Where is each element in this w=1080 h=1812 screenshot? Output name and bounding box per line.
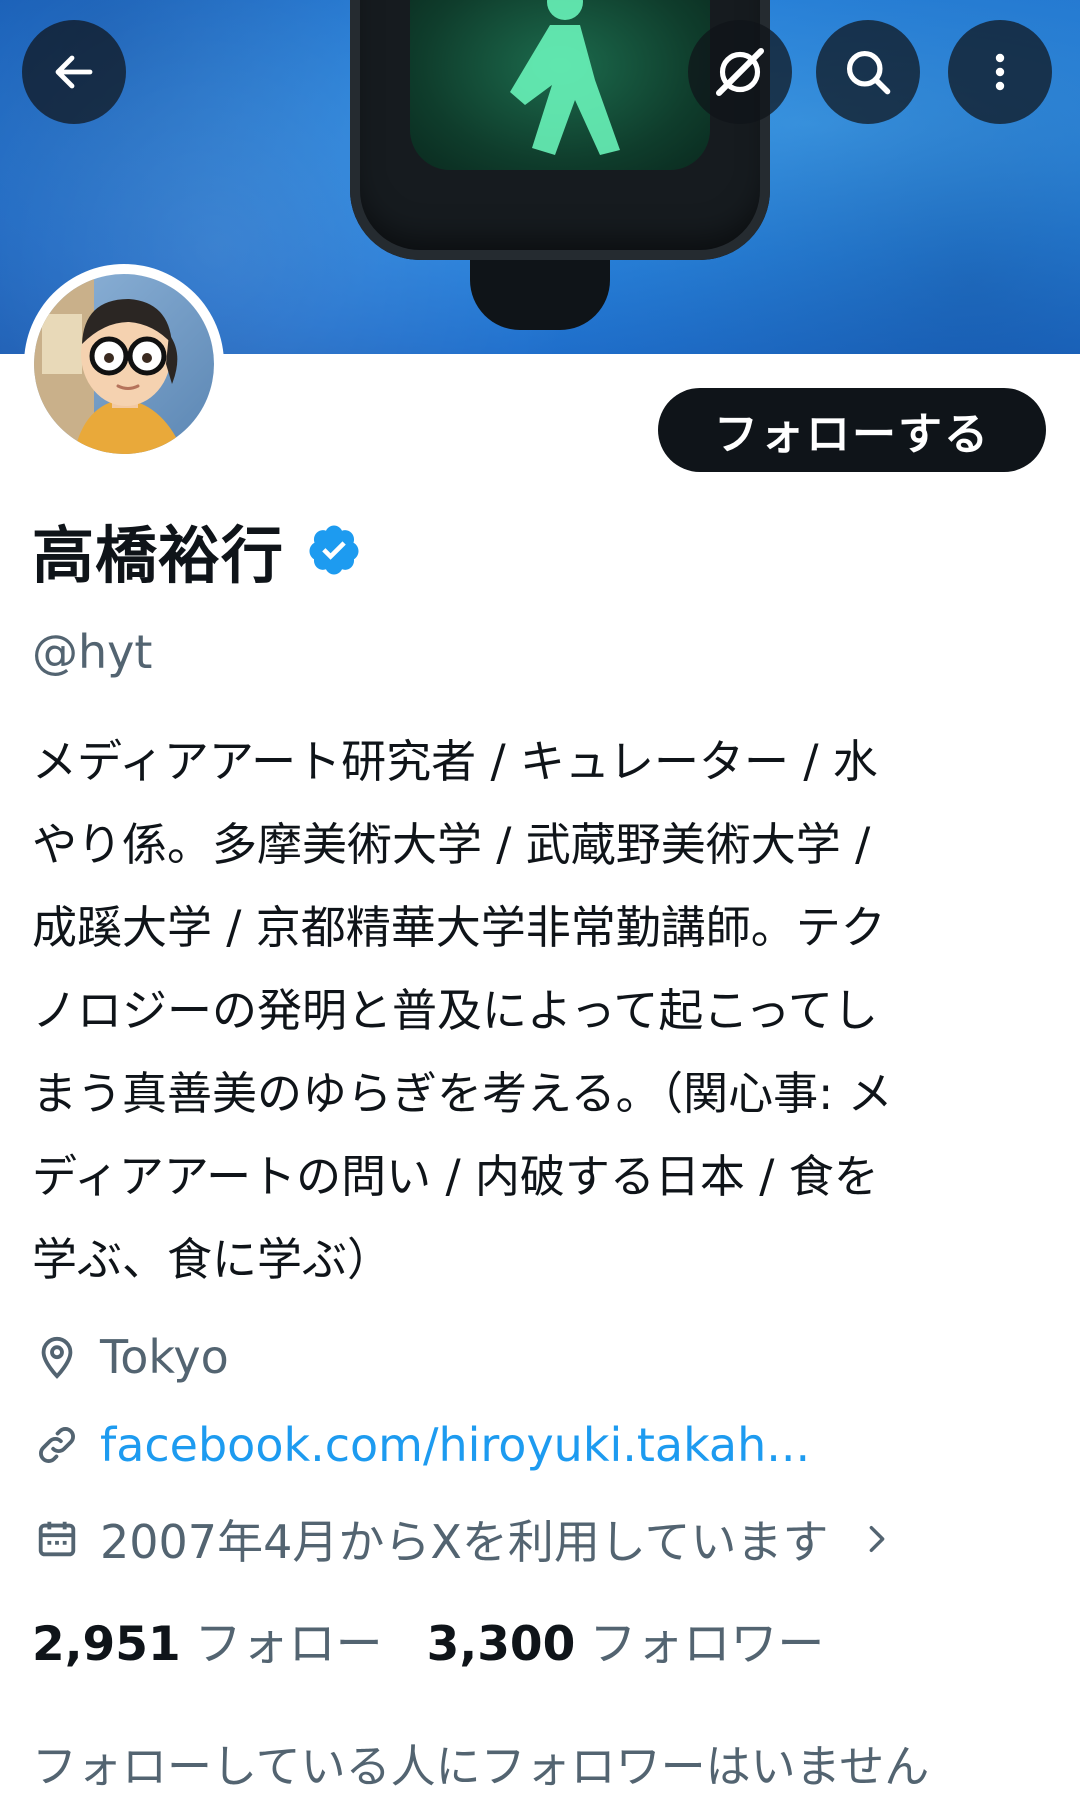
profile-handle: @hyt (32, 625, 153, 679)
more-button[interactable] (948, 20, 1052, 124)
follow-button[interactable]: フォローする (658, 388, 1046, 472)
bio-line: 学ぶ、食に学ぶ） (32, 1233, 393, 1286)
profile-bio: メディアアート研究者 / キュレーター / 水 やり係。多摩美術大学 / 武蔵野… (32, 720, 1048, 1301)
profile-stats: 2,951 フォロー 3,300 フォロワー (32, 1605, 824, 1674)
bio-line: ノロジーの発明と普及によって起こってし (32, 984, 879, 1037)
website-link[interactable]: facebook.com/hiroyuki.takah... (100, 1418, 810, 1472)
profile-name: 高橋裕行 (32, 519, 285, 592)
walking-figure-icon (510, 0, 620, 155)
avatar[interactable] (24, 264, 224, 464)
calendar-icon (38, 1521, 76, 1557)
followers-stat[interactable]: 3,300 フォロワー (427, 1605, 825, 1674)
grok-button[interactable] (688, 20, 792, 124)
verified-badge-icon[interactable] (306, 522, 362, 578)
bio-line: まう真善美のゆらぎを考える。（関心事: メ (32, 1067, 893, 1120)
bio-line: やり係。多摩美術大学 / 武蔵野美術大学 / (32, 818, 871, 871)
follow-button-label: フォローする (714, 409, 990, 460)
search-button[interactable] (816, 20, 920, 124)
following-stat[interactable]: 2,951 フォロー (32, 1605, 383, 1674)
avatar-illustration (34, 274, 184, 454)
more-vertical-icon (995, 53, 1005, 91)
following-count: 2,951 (32, 1617, 181, 1672)
chevron-right-icon (870, 1525, 885, 1553)
avatar-image (34, 274, 214, 454)
search-icon (846, 50, 891, 95)
link-icon (39, 1427, 75, 1463)
followers-label: フォロワー (589, 1617, 825, 1672)
profile-website[interactable]: facebook.com/hiroyuki.takah... (34, 1418, 810, 1472)
signal-lens (410, 0, 710, 170)
bio-line: ディアアートの問い / 内破する日本 / 食を (32, 1150, 879, 1203)
grok-icon (715, 47, 765, 97)
arrow-left-icon (55, 55, 93, 89)
followers-count: 3,300 (426, 1617, 576, 1672)
profile-location: Tokyo (34, 1330, 229, 1384)
back-button[interactable] (22, 20, 126, 124)
mutual-followers-note: フォローしている人にフォロワーはいません (32, 1740, 930, 1793)
profile-joined[interactable]: 2007年4月からXを利用しています (34, 1506, 914, 1572)
location-text: Tokyo (100, 1330, 229, 1384)
bio-line: メディアアート研究者 / キュレーター / 水 (32, 735, 878, 788)
joined-text: 2007年4月からXを利用しています (100, 1515, 829, 1569)
profile-name-row: 高橋裕行 (32, 505, 362, 595)
following-label: フォロー (194, 1617, 383, 1672)
bio-line: 成蹊大学 / 京都精華大学非常勤講師。テク (32, 901, 886, 954)
location-pin-icon (41, 1336, 73, 1379)
